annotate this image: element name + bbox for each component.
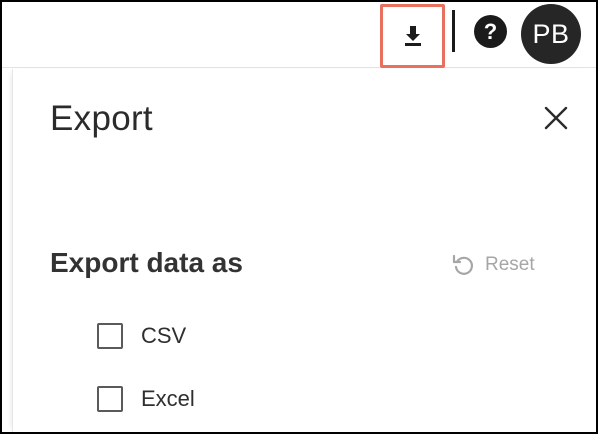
export-panel: Export Export data as Reset CSV Excel	[12, 69, 596, 432]
option-csv[interactable]: CSV	[97, 321, 186, 351]
help-button[interactable]: ?	[474, 15, 507, 48]
toolbar-divider	[452, 10, 455, 52]
app-window: ? PB Export Export data as Reset CSV Exc…	[0, 0, 598, 434]
csv-checkbox[interactable]	[97, 323, 123, 349]
close-icon	[544, 106, 568, 130]
avatar[interactable]: PB	[521, 4, 581, 64]
reset-button[interactable]: Reset	[451, 251, 535, 279]
download-button[interactable]	[380, 4, 445, 68]
panel-title: Export	[50, 99, 153, 138]
help-icon: ?	[483, 18, 498, 44]
reset-icon	[452, 254, 473, 275]
avatar-initials: PB	[532, 18, 570, 49]
top-bar: ? PB	[2, 2, 596, 68]
excel-checkbox[interactable]	[97, 386, 123, 412]
option-label: Excel	[141, 386, 195, 411]
option-excel[interactable]: Excel	[97, 384, 195, 414]
download-icon	[404, 26, 421, 46]
close-button[interactable]	[541, 103, 571, 133]
option-label: CSV	[141, 323, 187, 348]
section-heading: Export data as	[50, 247, 243, 278]
reset-label: Reset	[485, 254, 535, 275]
